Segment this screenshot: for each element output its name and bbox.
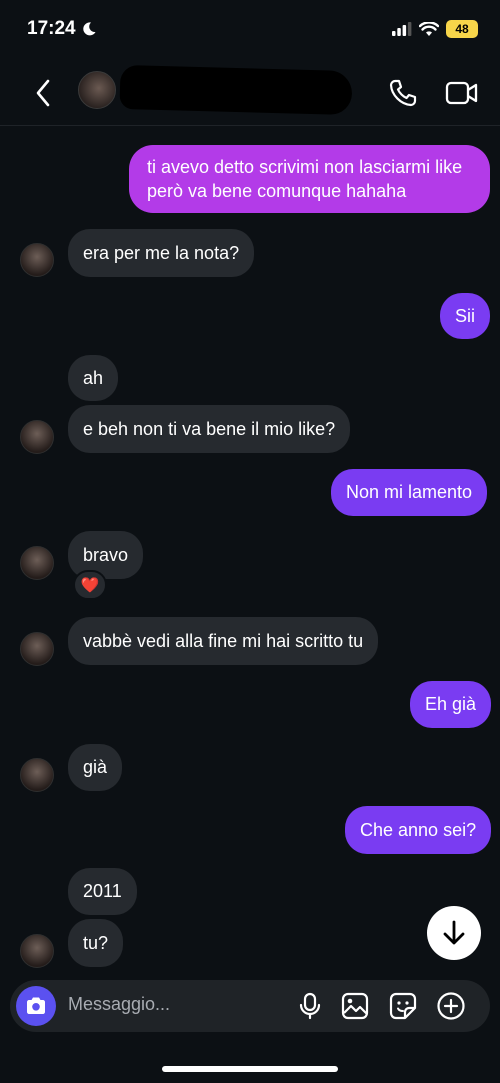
message-incoming[interactable]: già bbox=[68, 744, 123, 791]
video-call-button[interactable] bbox=[444, 77, 480, 109]
audio-call-button[interactable] bbox=[386, 76, 420, 110]
message-incoming[interactable]: ah bbox=[68, 355, 119, 401]
sticker-button[interactable] bbox=[387, 990, 419, 1022]
wifi-icon bbox=[419, 21, 439, 36]
message-outgoing[interactable]: Sii bbox=[440, 293, 491, 339]
battery-level: 48 bbox=[455, 22, 469, 36]
status-time: 17:24 bbox=[27, 18, 97, 40]
message-composer: Messaggio... bbox=[10, 980, 490, 1032]
contact-avatar-small[interactable] bbox=[20, 420, 54, 454]
contact-avatar-small[interactable] bbox=[20, 632, 54, 666]
voice-message-button[interactable] bbox=[294, 990, 326, 1022]
heart-icon: ❤️ bbox=[80, 577, 100, 594]
message-incoming[interactable]: era per me la nota? bbox=[68, 229, 255, 277]
message-outgoing[interactable]: Che anno sei? bbox=[345, 806, 492, 854]
status-bar: 17:24 48 bbox=[0, 0, 500, 60]
message-input[interactable]: Messaggio... bbox=[68, 994, 170, 1015]
signal-icon bbox=[392, 22, 412, 36]
microphone-icon bbox=[299, 992, 321, 1020]
phone-icon bbox=[389, 79, 417, 107]
chat-header bbox=[0, 60, 500, 126]
sticker-icon bbox=[389, 992, 417, 1020]
back-chevron-icon bbox=[36, 79, 50, 107]
camera-button[interactable] bbox=[16, 986, 56, 1026]
scroll-to-bottom-button[interactable] bbox=[427, 906, 481, 960]
contact-avatar-small[interactable] bbox=[20, 546, 54, 580]
gallery-button[interactable] bbox=[339, 990, 371, 1022]
video-camera-icon bbox=[445, 81, 478, 105]
contact-avatar[interactable] bbox=[78, 71, 116, 109]
message-outgoing[interactable]: ti avevo detto scrivimi non lasciarmi li… bbox=[129, 145, 490, 213]
contact-avatar-small[interactable] bbox=[20, 758, 54, 792]
heart-reaction[interactable]: ❤️ bbox=[73, 570, 107, 600]
contact-name-redacted[interactable] bbox=[119, 64, 353, 116]
clock: 17:24 bbox=[27, 18, 76, 39]
message-outgoing[interactable]: Eh già bbox=[410, 681, 492, 728]
back-button[interactable] bbox=[28, 76, 58, 110]
battery-icon: 48 bbox=[446, 20, 478, 38]
message-incoming[interactable]: e beh non ti va bene il mio like? bbox=[68, 405, 351, 453]
home-indicator[interactable] bbox=[162, 1066, 338, 1072]
gallery-icon bbox=[341, 992, 369, 1020]
arrow-down-icon bbox=[443, 920, 465, 945]
contact-avatar-small[interactable] bbox=[20, 243, 54, 277]
message-incoming[interactable]: 2011 bbox=[68, 868, 137, 915]
moon-icon bbox=[82, 22, 96, 36]
camera-icon bbox=[27, 997, 45, 1014]
message-incoming[interactable]: tu? bbox=[68, 919, 124, 967]
message-incoming[interactable]: vabbè vedi alla fine mi hai scritto tu bbox=[68, 617, 379, 665]
message-outgoing[interactable]: Non mi lamento bbox=[331, 469, 488, 516]
plus-circle-icon bbox=[437, 992, 465, 1020]
contact-avatar-small[interactable] bbox=[20, 934, 54, 968]
more-options-button[interactable] bbox=[435, 990, 467, 1022]
